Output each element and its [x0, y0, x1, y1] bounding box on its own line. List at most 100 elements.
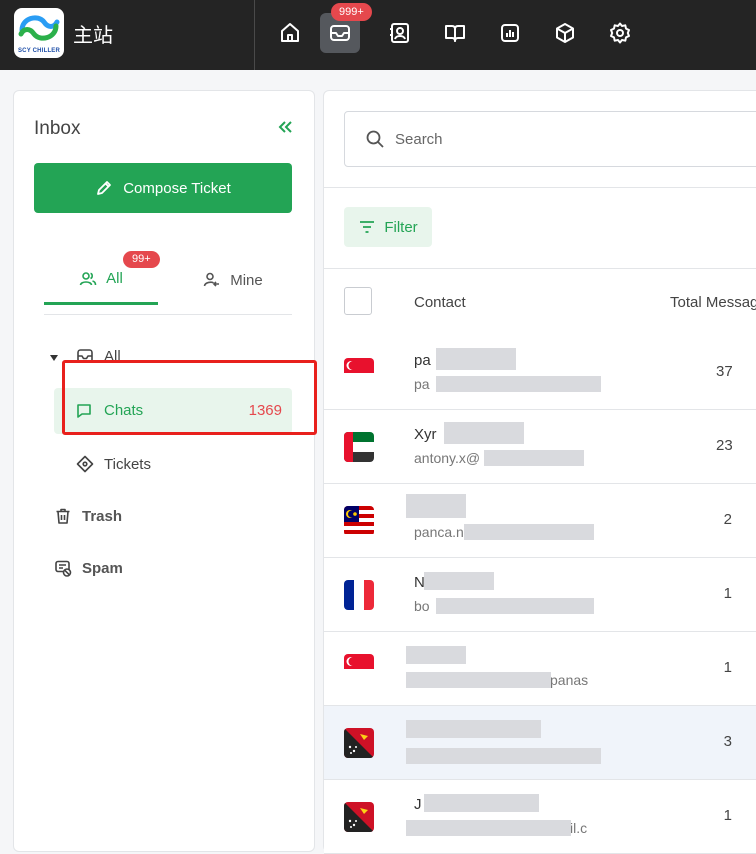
contact-name: pa — [414, 352, 431, 369]
flag-france-icon — [344, 580, 374, 610]
home-icon — [281, 23, 299, 42]
tabs-divider — [44, 314, 292, 315]
contacts-icon — [390, 23, 409, 43]
flag-papua-new-guinea-icon — [344, 728, 374, 758]
table-row[interactable]: N bo 1 — [324, 558, 756, 632]
pencil-icon — [97, 181, 112, 195]
reports-icon — [501, 24, 519, 42]
tree-item-spam-label: Spam — [82, 559, 123, 577]
top-navigation-bar: SCY CHILLER 主站 999+ — [0, 0, 756, 70]
redaction — [444, 422, 524, 444]
select-all-checkbox[interactable] — [344, 287, 372, 315]
redaction — [406, 494, 466, 518]
contact-email: panca.n — [414, 524, 464, 540]
tree-item-trash[interactable]: Trash — [54, 507, 122, 525]
tree-item-tickets-label: Tickets — [104, 455, 151, 473]
filter-button[interactable]: Filter — [344, 207, 432, 247]
redaction — [406, 672, 551, 688]
total-messages: 2 — [723, 511, 732, 528]
redaction — [436, 376, 601, 392]
table-row[interactable]: J il.c 1 — [324, 780, 756, 854]
redaction — [406, 646, 466, 664]
ticket-icon — [76, 455, 94, 473]
users-icon — [79, 271, 97, 285]
logo-text: SCY CHILLER — [17, 48, 61, 54]
tab-mine[interactable]: Mine — [176, 255, 290, 305]
filter-icon — [360, 221, 375, 233]
total-messages: 1 — [723, 659, 732, 676]
redaction — [464, 524, 594, 540]
flag-papua-new-guinea-icon — [344, 802, 374, 832]
nav-knowledge[interactable] — [435, 13, 475, 53]
total-messages: 23 — [716, 437, 733, 454]
compose-ticket-button[interactable]: Compose Ticket — [34, 163, 292, 213]
flag-uae-icon — [344, 432, 374, 462]
redaction — [484, 450, 584, 466]
redaction — [424, 794, 539, 812]
redaction — [424, 572, 494, 590]
conversation-list-panel: Filter Contact Total Messag pa pa 37 Xyr… — [323, 90, 756, 854]
tree-item-trash-label: Trash — [82, 507, 123, 525]
redaction — [406, 820, 571, 836]
table-row[interactable]: panas 1 — [324, 632, 756, 706]
inbox-sidebar: Inbox Compose Ticket All 99+ Mine All Ch… — [13, 90, 315, 852]
package-icon — [556, 23, 574, 43]
tab-mine-label: Mine — [230, 271, 263, 289]
settings-icon — [610, 22, 630, 44]
column-header-total-messages[interactable]: Total Messag — [670, 294, 756, 311]
nav-contacts[interactable] — [380, 13, 420, 53]
user-assign-icon — [203, 272, 220, 287]
divider — [324, 187, 756, 188]
site-name[interactable]: 主站 — [73, 19, 113, 48]
collapse-sidebar-button[interactable] — [274, 114, 296, 140]
chats-highlight-box — [62, 360, 317, 435]
logo-mark — [18, 15, 60, 41]
total-messages: 1 — [723, 585, 732, 602]
search-input[interactable] — [393, 112, 756, 166]
table-header: Contact Total Messag — [324, 269, 756, 337]
table-row[interactable]: Xyr antony.x@ 23 — [324, 410, 756, 484]
nav-reports[interactable] — [490, 13, 530, 53]
contact-name: J — [414, 796, 422, 813]
nav-packages[interactable] — [545, 13, 585, 53]
contact-email: il.c — [570, 820, 588, 836]
inbox-badge: 999+ — [331, 3, 372, 21]
inbox-icon — [330, 25, 350, 41]
company-logo[interactable]: SCY CHILLER — [14, 8, 64, 58]
total-messages: 37 — [716, 363, 733, 380]
nav-home[interactable] — [270, 13, 310, 53]
redaction — [406, 720, 541, 738]
contact-email: bo — [414, 598, 430, 614]
redaction — [436, 348, 516, 370]
redaction — [406, 748, 601, 764]
contact-email: panas — [550, 672, 589, 688]
tree-item-tickets[interactable]: Tickets — [76, 455, 151, 473]
table-row[interactable]: 3 — [324, 706, 756, 780]
flag-singapore-icon — [344, 358, 374, 388]
nav-settings[interactable] — [600, 13, 640, 53]
trash-icon — [56, 508, 70, 524]
table-row[interactable]: pa pa 37 — [324, 336, 756, 410]
tree-item-spam[interactable]: Spam — [54, 559, 123, 577]
compose-ticket-label: Compose Ticket — [123, 179, 231, 197]
all-count-badge: 99+ — [123, 251, 160, 268]
double-chevron-left-icon — [278, 121, 292, 133]
search-icon — [366, 130, 384, 148]
contact-email: antony.x@ — [414, 450, 481, 466]
total-messages: 3 — [723, 733, 732, 750]
caret-down-icon[interactable] — [50, 355, 58, 361]
divider — [254, 0, 255, 70]
book-icon — [445, 25, 465, 42]
column-header-contact[interactable]: Contact — [414, 294, 466, 311]
search-box[interactable] — [344, 111, 756, 167]
redaction — [436, 598, 594, 614]
flag-malaysia-icon — [344, 506, 374, 536]
contact-name: Xyr — [414, 426, 437, 443]
tab-all-label: All — [106, 270, 123, 287]
spam-icon — [55, 560, 72, 577]
sidebar-title: Inbox — [34, 118, 81, 139]
total-messages: 1 — [723, 807, 732, 824]
table-row[interactable]: panca.n 2 — [324, 484, 756, 558]
flag-singapore-icon — [344, 654, 374, 684]
filter-label: Filter — [384, 218, 418, 236]
